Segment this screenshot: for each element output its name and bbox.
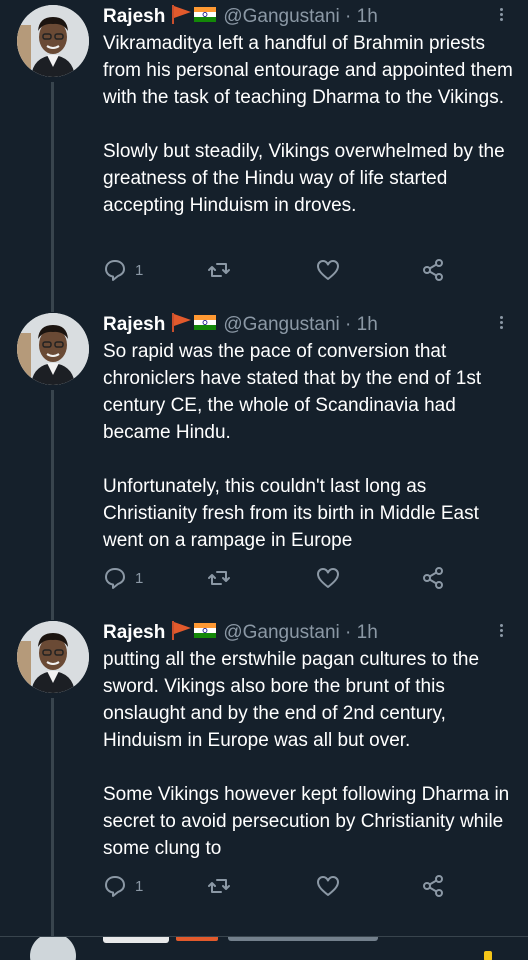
author-name[interactable]: Rajesh [103, 6, 165, 28]
like-button[interactable] [316, 258, 340, 282]
avatar[interactable] [17, 313, 89, 385]
handle-and-time[interactable]: @Gangustani · 1h [223, 314, 378, 336]
tweet[interactable]: Rajesh @Gangustani · 1h putting all the … [0, 616, 528, 936]
avatar [30, 937, 76, 960]
reply-count: 1 [135, 261, 144, 279]
handle-and-time[interactable]: @Gangustani · 1h [223, 6, 378, 28]
reply-icon [105, 568, 125, 589]
tweet-text: So rapid was the pace of conversion that… [103, 338, 518, 554]
tweet-actions: 1 [103, 874, 453, 900]
tweet-paragraph: Vikramaditya left a handful of Brahmin p… [103, 33, 513, 108]
tweet-paragraph: Some Vikings however kept following Dhar… [103, 784, 510, 859]
avatar-photo [17, 5, 89, 77]
tweet[interactable]: Rajesh @Gangustani · 1h So rapid was the… [0, 308, 528, 616]
share-button[interactable] [421, 874, 445, 898]
retweet-icon [208, 879, 230, 893]
handle-partial [228, 937, 378, 941]
reply-button[interactable]: 1 [103, 258, 143, 282]
retweet-icon [208, 263, 230, 277]
tweet-actions: 1 [103, 566, 453, 592]
retweet-icon [208, 571, 230, 585]
tweet-text: Vikramaditya left a handful of Brahmin p… [103, 30, 518, 219]
author-name[interactable]: Rajesh [103, 314, 165, 336]
reply-button[interactable]: 1 [103, 566, 143, 590]
author-name[interactable]: Rajesh [103, 622, 165, 644]
retweet-button[interactable] [207, 874, 231, 898]
more-vertical-icon[interactable] [496, 6, 506, 26]
avatar-photo [17, 313, 89, 385]
heart-icon [317, 876, 339, 896]
reply-count: 1 [135, 877, 144, 895]
flag-icons [171, 4, 217, 30]
share-icon [423, 259, 443, 281]
more-vertical-icon[interactable] [496, 622, 506, 642]
share-button[interactable] [421, 566, 445, 590]
tweet-paragraph: Slowly but steadily, Vikings overwhelmed… [103, 141, 505, 216]
tweet-actions: 1 [103, 258, 453, 284]
retweet-button[interactable] [207, 566, 231, 590]
reply-icon [105, 260, 125, 281]
tweet-paragraph: putting all the erstwhile pagan cultures… [103, 649, 480, 751]
emoji-icon [484, 951, 492, 960]
avatar[interactable] [17, 5, 89, 77]
flag-icons [171, 620, 217, 646]
tweet[interactable]: Rajesh @Gangustani · 1h Vikramaditya lef… [0, 0, 528, 308]
handle-and-time[interactable]: @Gangustani · 1h [223, 622, 378, 644]
next-tweet-partial [0, 937, 528, 960]
more-vertical-icon[interactable] [496, 314, 506, 334]
tweet-paragraph: So rapid was the pace of conversion that… [103, 341, 482, 443]
tweet-paragraph: Unfortunately, this couldn't last long a… [103, 476, 479, 551]
author-name-partial [103, 937, 169, 943]
heart-icon [317, 568, 339, 588]
tweet-text: putting all the erstwhile pagan cultures… [103, 646, 518, 862]
avatar-photo [17, 621, 89, 693]
like-button[interactable] [316, 874, 340, 898]
heart-icon [317, 260, 339, 280]
like-button[interactable] [316, 566, 340, 590]
flag-icons-partial [176, 937, 218, 941]
reply-button[interactable]: 1 [103, 874, 143, 898]
flag-icons [171, 312, 217, 338]
share-icon [423, 875, 443, 897]
share-button[interactable] [421, 258, 445, 282]
share-icon [423, 567, 443, 589]
avatar[interactable] [17, 621, 89, 693]
retweet-button[interactable] [207, 258, 231, 282]
reply-count: 1 [135, 569, 144, 587]
reply-icon [105, 876, 125, 897]
